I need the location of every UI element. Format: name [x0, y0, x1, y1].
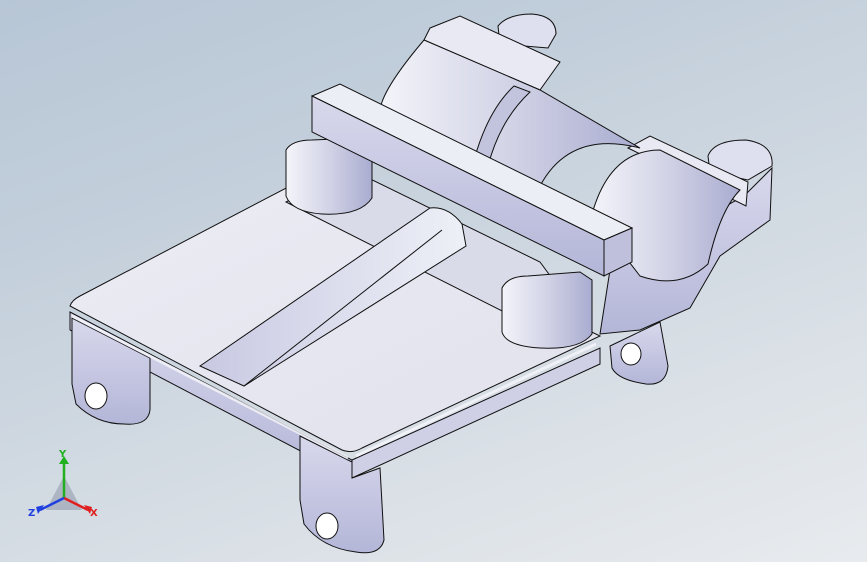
3d-model-bracket[interactable] — [0, 0, 867, 562]
y-axis-label: Y — [58, 449, 67, 460]
x-axis-label: X — [90, 508, 98, 519]
right-tab-hole — [620, 342, 642, 366]
z-axis-label: Z — [28, 508, 35, 519]
left-tab-hole — [84, 382, 108, 410]
coordinate-triad: Y X Z — [28, 449, 98, 519]
front-tab-hole — [315, 512, 339, 540]
graphics-viewport[interactable]: Y X Z — [0, 0, 867, 562]
right-boss — [501, 271, 593, 349]
